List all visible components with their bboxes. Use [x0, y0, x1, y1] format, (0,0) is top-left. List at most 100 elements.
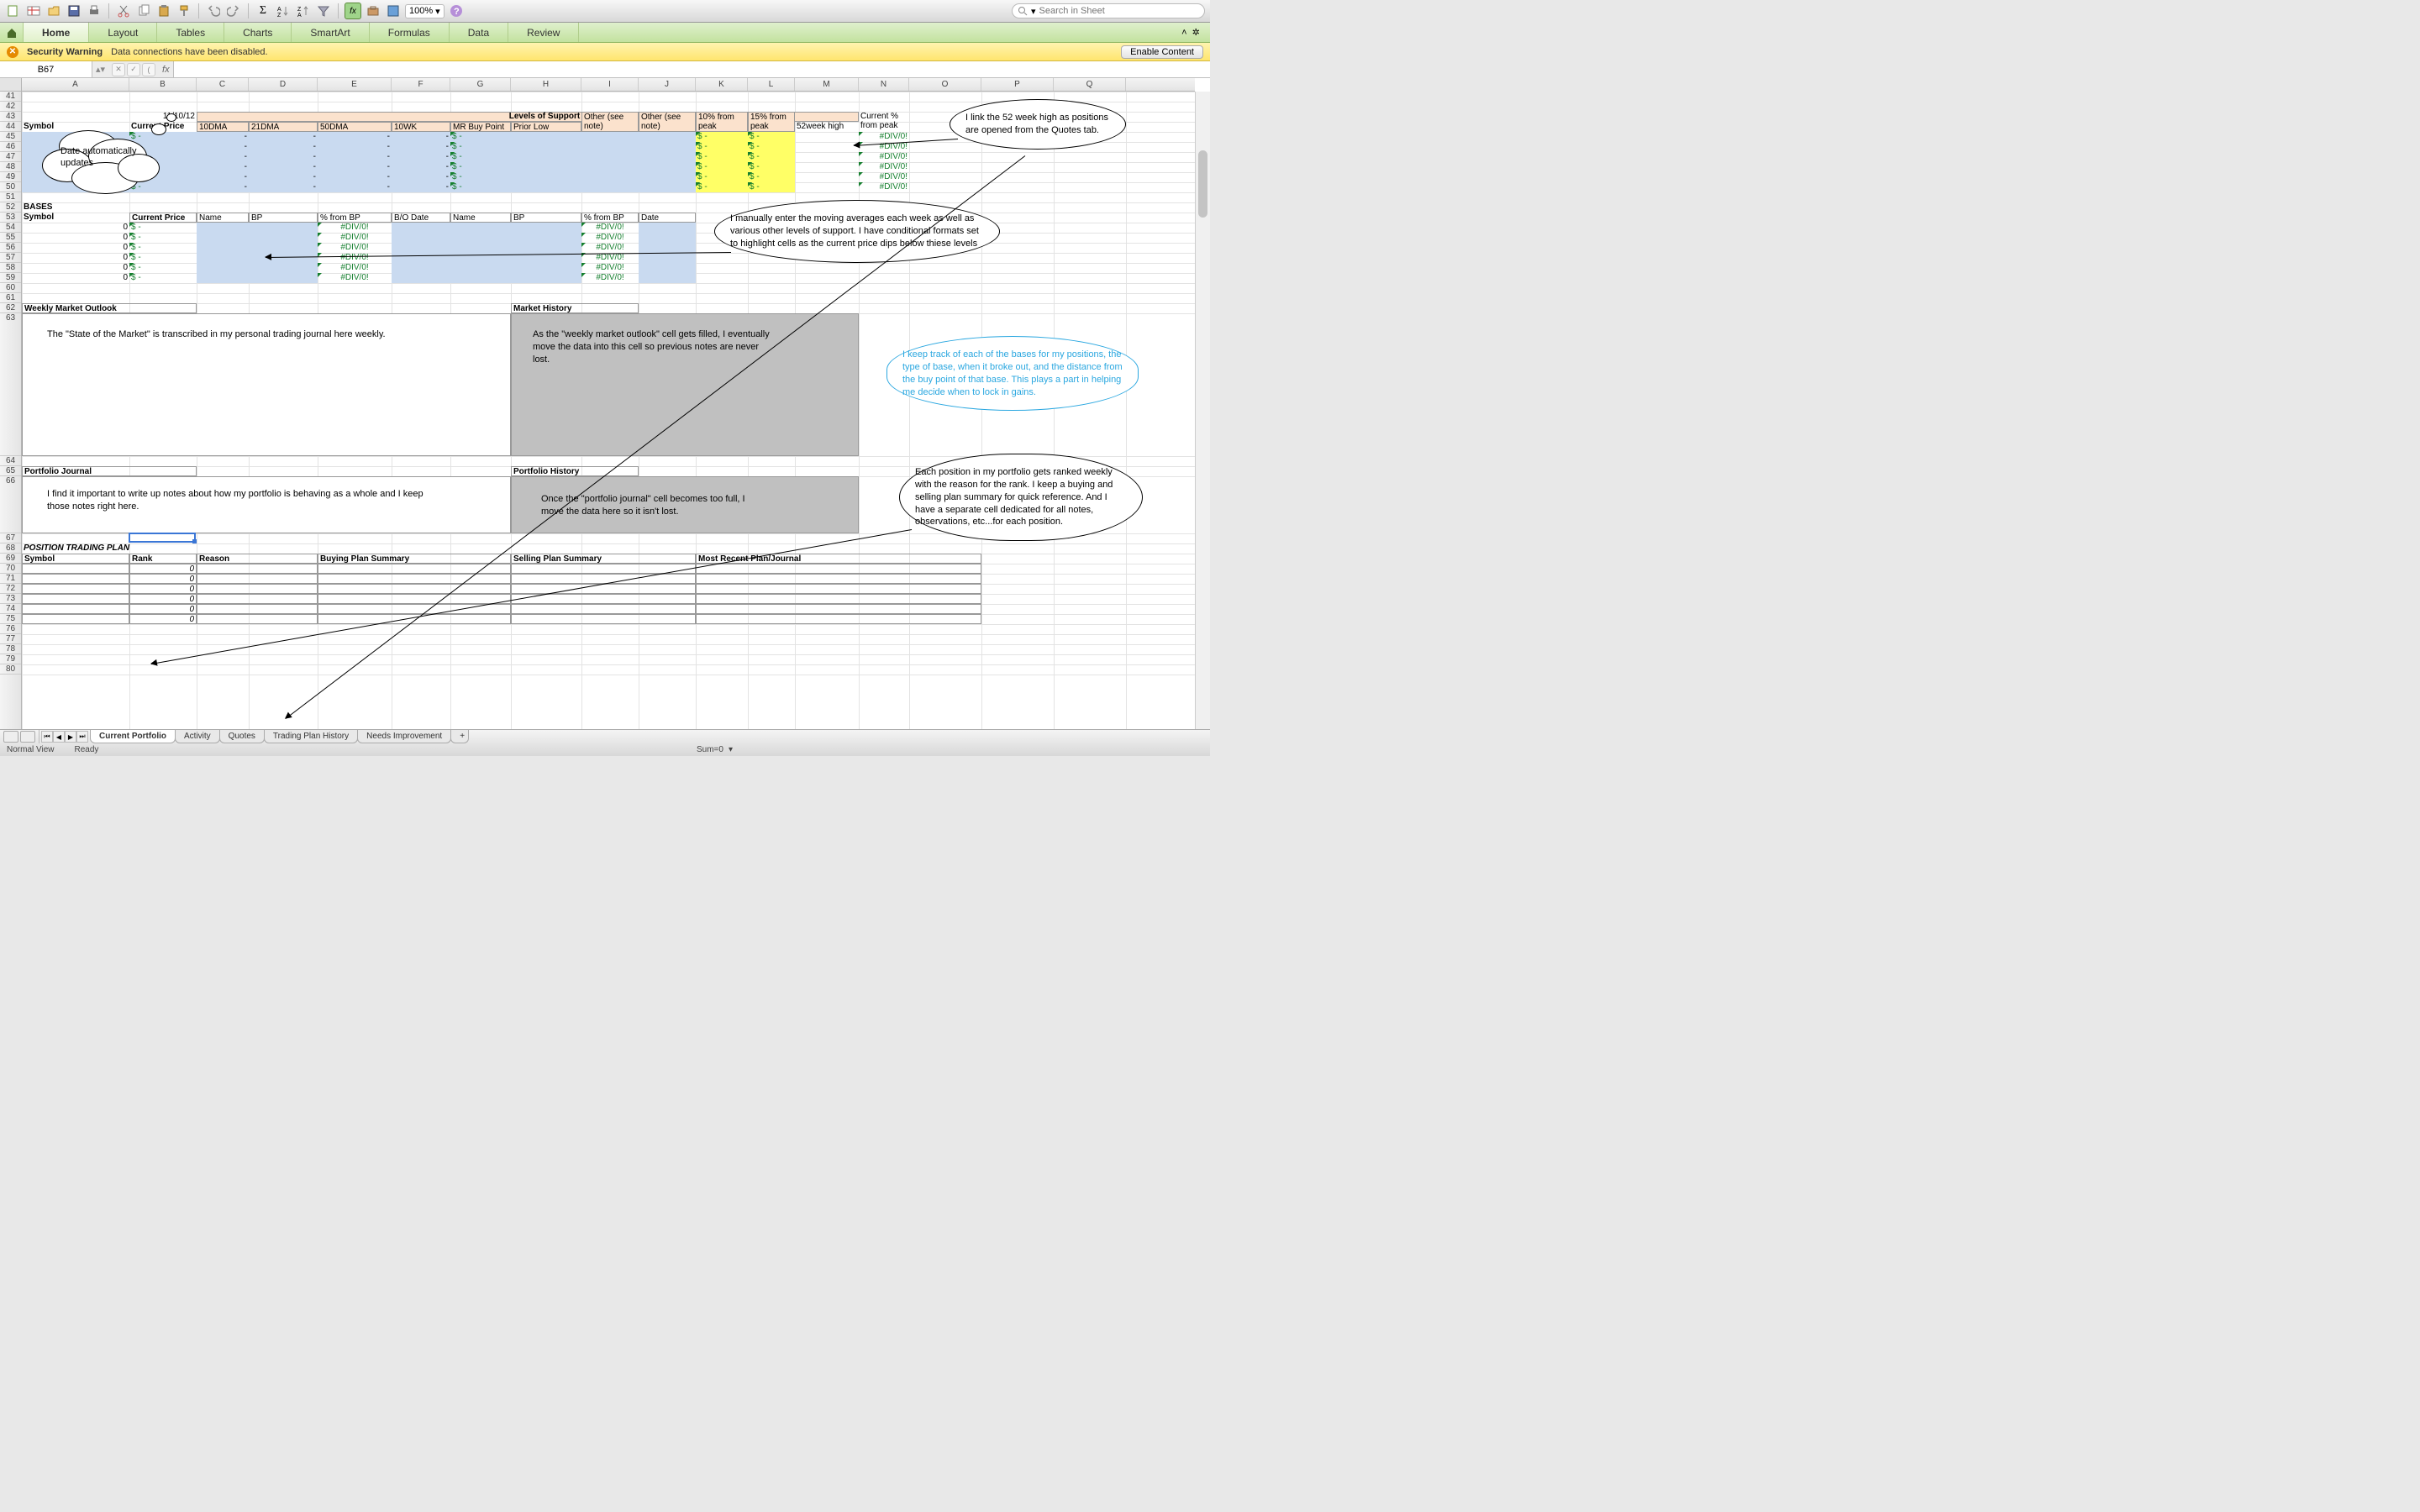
ribbon-tab-charts[interactable]: Charts	[224, 23, 292, 42]
cell[interactable]	[511, 152, 581, 162]
sort-desc-icon[interactable]: ZA	[295, 3, 312, 19]
cell[interactable]: #DIV/0!	[859, 182, 909, 192]
cell[interactable]: Once the "portfolio journal" cell become…	[511, 476, 795, 533]
cell[interactable]	[696, 604, 981, 614]
cell[interactable]	[392, 233, 450, 243]
cell[interactable]: $ -	[748, 162, 795, 172]
cell[interactable]: Portfolio Journal	[22, 466, 197, 476]
new-icon[interactable]	[5, 3, 22, 19]
cell[interactable]: -	[197, 142, 249, 152]
cell[interactable]	[511, 614, 696, 624]
cell[interactable]	[795, 172, 859, 182]
cell[interactable]: #DIV/0!	[581, 243, 639, 253]
autosum-icon[interactable]: Σ	[255, 3, 271, 19]
cell[interactable]	[696, 594, 981, 604]
cell[interactable]: #DIV/0!	[318, 233, 392, 243]
cell[interactable]: 50DMA	[318, 122, 392, 132]
cell[interactable]: #DIV/0!	[581, 223, 639, 233]
cell[interactable]: 0	[22, 253, 129, 263]
cell[interactable]: -	[392, 182, 450, 192]
cell[interactable]: B/O Date	[392, 213, 450, 223]
cell[interactable]: $ -	[748, 182, 795, 192]
cell[interactable]: Reason	[197, 554, 318, 564]
cell[interactable]: $ -	[696, 142, 748, 152]
last-sheet-icon[interactable]: ⏭	[76, 731, 88, 743]
cell[interactable]	[249, 223, 318, 233]
cell[interactable]: Selling Plan Summary	[511, 554, 696, 564]
cell[interactable]	[197, 564, 318, 574]
cell[interactable]: Weekly Market Outlook	[22, 303, 197, 313]
cell[interactable]: -	[249, 152, 318, 162]
cell[interactable]: $ -	[450, 162, 511, 172]
cell[interactable]: Other (see note)	[581, 112, 639, 132]
cell[interactable]	[639, 182, 696, 192]
cell[interactable]: BP	[511, 213, 581, 223]
ribbon-tab-layout[interactable]: Layout	[89, 23, 157, 42]
cell[interactable]	[249, 263, 318, 273]
paste-icon[interactable]	[155, 3, 172, 19]
cell[interactable]: $ -	[748, 142, 795, 152]
cancel-formula-icon[interactable]: ✕	[112, 63, 125, 76]
cell[interactable]: -	[318, 182, 392, 192]
cell[interactable]	[318, 594, 511, 604]
cut-icon[interactable]	[115, 3, 132, 19]
cell[interactable]: Current % from peak	[859, 112, 909, 132]
cell[interactable]: -	[197, 172, 249, 182]
cell[interactable]	[197, 273, 249, 283]
page-layout-view-icon[interactable]	[20, 731, 35, 743]
ribbon-tab-smartart[interactable]: SmartArt	[292, 23, 369, 42]
cell[interactable]	[511, 172, 581, 182]
cell[interactable]: POSITION TRADING PLAN	[22, 543, 249, 554]
cell[interactable]: $ -	[450, 182, 511, 192]
cell[interactable]	[22, 564, 129, 574]
cell[interactable]	[639, 273, 696, 283]
cell[interactable]	[639, 172, 696, 182]
next-sheet-icon[interactable]: ▶	[65, 731, 76, 743]
cell[interactable]: The "State of the Market" is transcribed…	[22, 313, 450, 456]
cell[interactable]	[511, 604, 696, 614]
cell[interactable]: -	[197, 152, 249, 162]
cell[interactable]: Buying Plan Summary	[318, 554, 511, 564]
cell[interactable]	[696, 574, 981, 584]
normal-view-icon[interactable]	[3, 731, 18, 743]
cell[interactable]: Rank	[129, 554, 197, 564]
cell[interactable]	[696, 584, 981, 594]
cell[interactable]: Market History	[511, 303, 639, 313]
cell[interactable]: Current Price	[129, 213, 197, 223]
cell[interactable]: #DIV/0!	[859, 132, 909, 142]
cell[interactable]	[22, 614, 129, 624]
cell[interactable]: -	[197, 132, 249, 142]
cell[interactable]: $ -	[129, 273, 197, 283]
cell[interactable]	[197, 253, 249, 263]
cell[interactable]: $ -	[129, 243, 197, 253]
cell[interactable]: Name	[197, 213, 249, 223]
cell[interactable]: 11/10/12	[129, 112, 197, 122]
cell[interactable]: -	[249, 142, 318, 152]
sheet-tab-activity[interactable]: Activity	[175, 730, 220, 743]
cell[interactable]: Portfolio History	[511, 466, 639, 476]
cell[interactable]: #DIV/0!	[318, 263, 392, 273]
cell[interactable]	[197, 223, 249, 233]
cell[interactable]: -	[392, 172, 450, 182]
cell[interactable]	[197, 574, 318, 584]
cell[interactable]: -	[197, 182, 249, 192]
view-mode-buttons[interactable]	[0, 730, 39, 743]
cell[interactable]	[511, 263, 581, 273]
cell[interactable]	[450, 223, 511, 233]
cell[interactable]: 0	[22, 233, 129, 243]
cell[interactable]	[639, 142, 696, 152]
enable-content-button[interactable]: Enable Content	[1121, 45, 1203, 59]
cell[interactable]: #DIV/0!	[581, 273, 639, 283]
cell[interactable]	[22, 604, 129, 614]
cell[interactable]	[392, 243, 450, 253]
format-painter-icon[interactable]	[176, 3, 192, 19]
open-icon[interactable]	[45, 3, 62, 19]
cell[interactable]	[249, 273, 318, 283]
cell[interactable]: #DIV/0!	[318, 223, 392, 233]
cell[interactable]: -	[318, 172, 392, 182]
cell[interactable]: #DIV/0!	[581, 263, 639, 273]
cell[interactable]: $ -	[450, 152, 511, 162]
print-icon[interactable]	[86, 3, 103, 19]
cell[interactable]: Symbol	[22, 213, 129, 223]
cell[interactable]	[197, 243, 249, 253]
